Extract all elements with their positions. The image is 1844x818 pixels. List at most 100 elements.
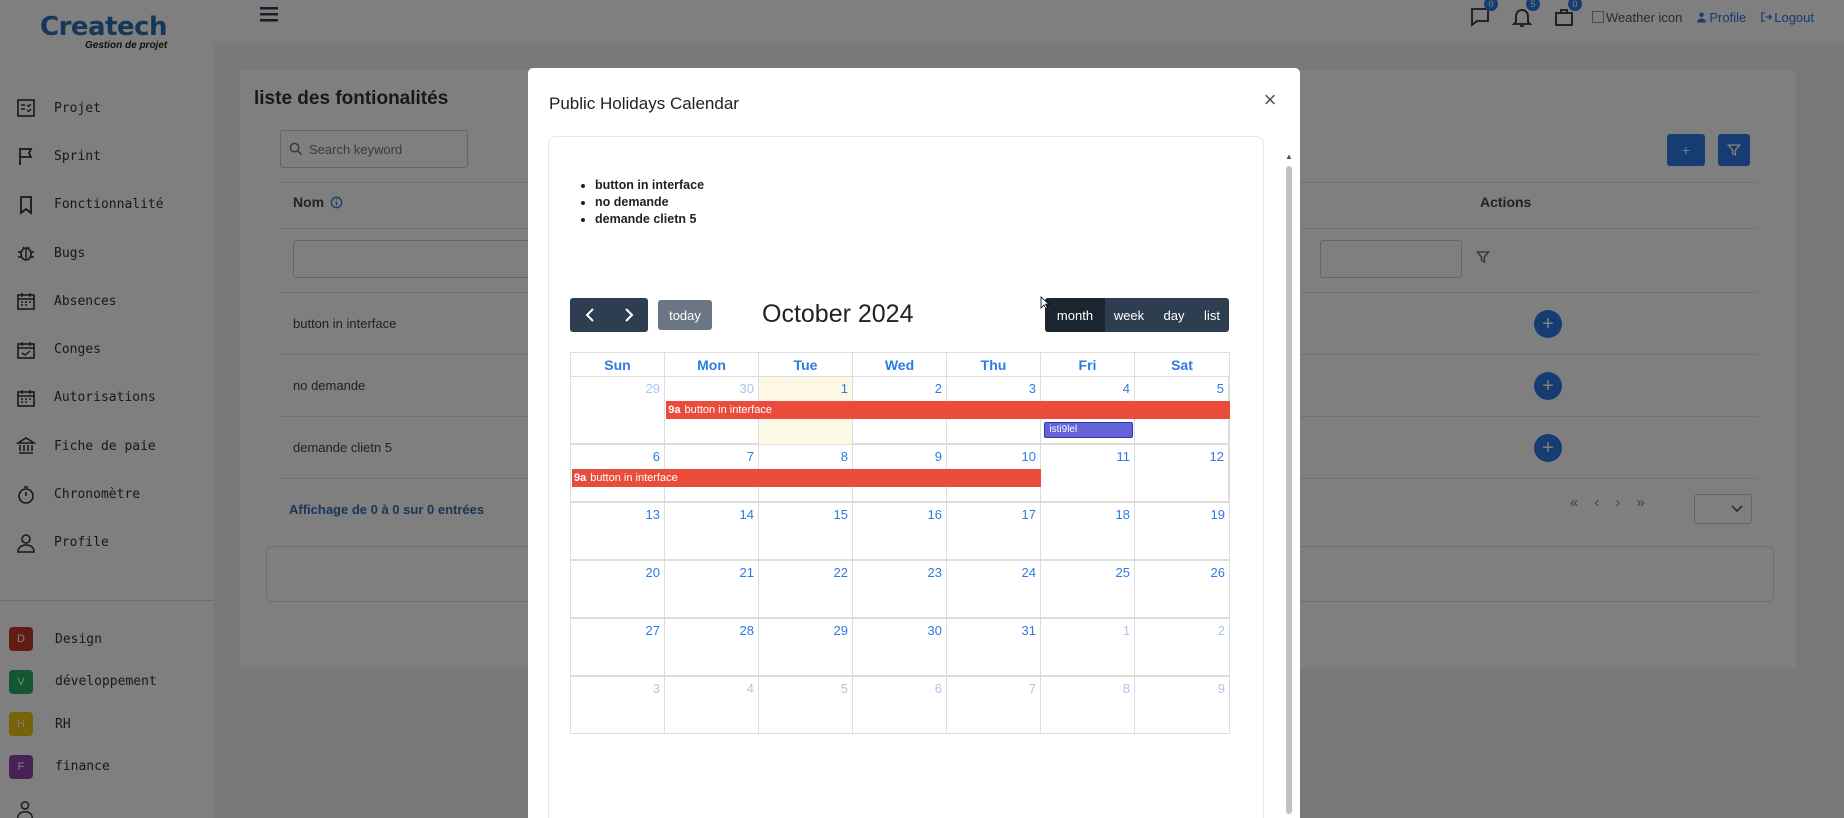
view-list-button[interactable]: list — [1195, 298, 1229, 332]
day-cell[interactable]: 24 — [947, 561, 1041, 618]
day-cell[interactable]: 19 — [1135, 503, 1229, 560]
day-number[interactable]: 26 — [1211, 565, 1225, 580]
day-number[interactable]: 4 — [747, 681, 754, 696]
calendar-week: 6 7 8 9 10 11 12 9a button in interface — [570, 444, 1230, 502]
day-number[interactable]: 1 — [1123, 623, 1130, 638]
day-number[interactable]: 4 — [1123, 381, 1130, 396]
view-switcher: month week day list — [1045, 298, 1229, 332]
calendar-toolbar: today October 2024 month week day list — [570, 298, 1230, 332]
day-cell[interactable]: 9 — [1135, 677, 1229, 734]
prev-month-button[interactable] — [570, 298, 609, 332]
day-cell[interactable]: 13 — [571, 503, 665, 560]
day-number[interactable]: 11 — [1117, 449, 1131, 464]
day-number[interactable]: 8 — [841, 449, 848, 464]
day-number[interactable]: 9 — [935, 449, 942, 464]
view-week-button[interactable]: week — [1105, 298, 1153, 332]
day-number[interactable]: 15 — [834, 507, 848, 522]
next-month-button[interactable] — [609, 298, 648, 332]
day-number[interactable]: 29 — [834, 623, 848, 638]
day-number[interactable]: 8 — [1123, 681, 1130, 696]
event-time: 9a — [668, 404, 681, 416]
day-cell[interactable]: 25 — [1041, 561, 1135, 618]
view-day-button[interactable]: day — [1153, 298, 1195, 332]
day-number[interactable]: 5 — [841, 681, 848, 696]
chevron-right-icon — [624, 308, 633, 322]
scrollbar-thumb[interactable] — [1286, 166, 1292, 814]
day-number[interactable]: 30 — [740, 381, 754, 396]
day-number[interactable]: 18 — [1116, 507, 1130, 522]
day-number[interactable]: 30 — [928, 623, 942, 638]
day-number[interactable]: 3 — [1029, 381, 1036, 396]
day-cell[interactable]: 3 — [571, 677, 665, 734]
day-cell[interactable]: 26 — [1135, 561, 1229, 618]
scrollbar[interactable]: ▲ — [1284, 152, 1294, 818]
month-grid: Sun Mon Tue Wed Thu Fri Sat 29 30 1 2 3 4 5 9a button … — [570, 352, 1230, 734]
list-item: no demande — [595, 195, 704, 212]
day-cell[interactable]: 2 — [1135, 619, 1229, 676]
day-cell[interactable]: 27 — [571, 619, 665, 676]
day-number[interactable]: 22 — [834, 565, 848, 580]
day-number[interactable]: 28 — [740, 623, 754, 638]
day-cell[interactable]: 7 — [947, 677, 1041, 734]
day-cell[interactable]: 8 — [1041, 677, 1135, 734]
day-number[interactable]: 3 — [653, 681, 660, 696]
day-number[interactable]: 13 — [646, 507, 660, 522]
day-cell[interactable]: 6 — [853, 677, 947, 734]
day-number[interactable]: 10 — [1022, 449, 1036, 464]
close-button[interactable]: × — [1258, 87, 1282, 112]
day-number[interactable]: 12 — [1210, 449, 1224, 464]
day-number[interactable]: 14 — [740, 507, 754, 522]
day-number[interactable]: 5 — [1217, 381, 1224, 396]
day-number[interactable]: 23 — [928, 565, 942, 580]
day-number[interactable]: 7 — [747, 449, 754, 464]
day-number[interactable]: 17 — [1022, 507, 1036, 522]
day-cell[interactable]: 20 — [571, 561, 665, 618]
day-cell[interactable]: 16 — [853, 503, 947, 560]
day-cell[interactable]: 4 — [665, 677, 759, 734]
weekday-mon: Mon — [665, 353, 759, 376]
day-cell[interactable]: 5 — [759, 677, 853, 734]
day-number[interactable]: 20 — [646, 565, 660, 580]
calendar-event[interactable]: 9a button in interface — [572, 469, 1042, 487]
day-cell[interactable]: 23 — [853, 561, 947, 618]
calendar-week: 27 28 29 30 31 1 2 — [570, 618, 1230, 676]
day-cell[interactable]: 29 — [759, 619, 853, 676]
weekday-fri: Fri — [1041, 353, 1135, 376]
day-number[interactable]: 19 — [1211, 507, 1225, 522]
day-number[interactable]: 2 — [1218, 623, 1225, 638]
day-number[interactable]: 1 — [841, 381, 848, 396]
day-number[interactable]: 31 — [1022, 623, 1036, 638]
day-number[interactable]: 25 — [1116, 565, 1130, 580]
day-number[interactable]: 27 — [646, 623, 660, 638]
day-cell[interactable]: 12 — [1135, 445, 1229, 502]
day-number[interactable]: 2 — [935, 381, 942, 396]
day-number[interactable]: 29 — [646, 381, 660, 396]
day-cell[interactable]: 14 — [665, 503, 759, 560]
scroll-up-icon[interactable]: ▲ — [1284, 152, 1294, 162]
calendar-week: 20 21 22 23 24 25 26 — [570, 560, 1230, 618]
day-cell[interactable]: 22 — [759, 561, 853, 618]
day-cell[interactable]: 18 — [1041, 503, 1135, 560]
chevron-left-icon — [585, 308, 594, 322]
day-number[interactable]: 6 — [653, 449, 660, 464]
day-number[interactable]: 21 — [740, 565, 754, 580]
day-number[interactable]: 6 — [935, 681, 942, 696]
calendar-event[interactable]: 9a button in interface — [666, 401, 1230, 419]
view-month-button[interactable]: month — [1045, 298, 1105, 332]
day-cell[interactable]: 17 — [947, 503, 1041, 560]
day-cell[interactable]: 30 — [853, 619, 947, 676]
day-cell[interactable]: 11 — [1041, 445, 1135, 502]
calendar-event-small[interactable]: isti9lel — [1044, 422, 1133, 438]
weekday-header: Sun Mon Tue Wed Thu Fri Sat — [570, 352, 1230, 376]
day-number[interactable]: 24 — [1022, 565, 1036, 580]
day-number[interactable]: 16 — [928, 507, 942, 522]
day-cell[interactable]: 1 — [1041, 619, 1135, 676]
day-cell[interactable]: 21 — [665, 561, 759, 618]
day-number[interactable]: 7 — [1029, 681, 1036, 696]
day-cell[interactable]: 28 — [665, 619, 759, 676]
day-cell[interactable]: 15 — [759, 503, 853, 560]
day-cell[interactable]: 31 — [947, 619, 1041, 676]
day-cell[interactable]: 29 — [571, 377, 665, 444]
day-number[interactable]: 9 — [1218, 681, 1225, 696]
today-button[interactable]: today — [658, 300, 712, 330]
